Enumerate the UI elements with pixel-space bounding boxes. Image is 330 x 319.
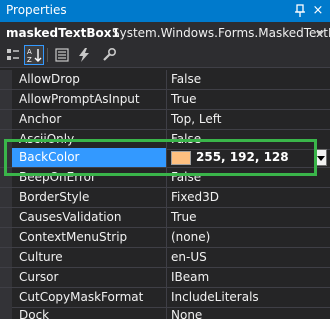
row-gutter <box>0 288 12 307</box>
chevron-down-icon[interactable] <box>316 31 324 36</box>
property-name: CutCopyMaskFormat <box>19 290 144 304</box>
property-value[interactable]: IncludeLiterals <box>171 290 259 304</box>
pin-icon[interactable] <box>292 2 308 20</box>
property-row-backcolor[interactable]: BackColor 255, 192, 128 <box>0 148 330 168</box>
row-gutter <box>0 130 12 149</box>
row-gutter <box>0 110 12 129</box>
property-value[interactable]: 255, 192, 128 <box>196 150 289 164</box>
properties-icon[interactable] <box>53 46 71 64</box>
property-name: BeepOnError <box>19 170 96 184</box>
events-icon[interactable] <box>75 46 93 64</box>
property-row-culture[interactable]: Culture en-US <box>0 248 330 268</box>
property-value[interactable]: Top, Left <box>171 112 221 126</box>
property-value[interactable]: IBeam <box>171 270 209 284</box>
property-name: Dock <box>19 308 50 319</box>
property-value[interactable]: Fixed3D <box>171 190 219 204</box>
column-divider <box>166 168 167 187</box>
property-name: Anchor <box>19 112 62 126</box>
wrench-icon[interactable] <box>100 46 118 64</box>
row-gutter <box>0 90 12 109</box>
property-name: Culture <box>19 250 63 264</box>
property-row-contextmenustrip[interactable]: ContextMenuStrip (none) <box>0 228 330 248</box>
property-row-asciionly[interactable]: AsciiOnly False <box>0 130 330 150</box>
alphabetical-icon[interactable]: A Z <box>24 45 44 65</box>
column-divider <box>166 268 167 287</box>
property-name: AllowDrop <box>19 72 80 86</box>
property-name: CausesValidation <box>19 210 122 224</box>
property-name: AllowPromptAsInput <box>19 92 140 106</box>
properties-titlebar: Properties × <box>0 0 330 22</box>
column-divider <box>166 130 167 149</box>
column-divider <box>166 148 167 167</box>
property-row-causesvalidation[interactable]: CausesValidation True <box>0 208 330 228</box>
property-value[interactable]: True <box>171 210 197 224</box>
color-swatch <box>171 151 191 165</box>
object-name: maskedTextBox1 <box>6 26 120 40</box>
row-gutter <box>0 268 12 287</box>
property-value[interactable]: False <box>171 170 201 184</box>
property-value[interactable]: False <box>171 132 201 146</box>
property-name: Cursor <box>19 270 59 284</box>
toolbar-separator <box>47 48 48 62</box>
property-row-cursor[interactable]: Cursor IBeam <box>0 268 330 288</box>
property-row-borderstyle[interactable]: BorderStyle Fixed3D <box>0 188 330 208</box>
row-gutter <box>0 248 12 267</box>
property-row-allowdrop[interactable]: AllowDrop False <box>0 70 330 90</box>
property-name: ContextMenuStrip <box>19 230 128 244</box>
chevron-down-icon <box>317 156 325 161</box>
column-divider <box>166 288 167 307</box>
column-divider <box>166 306 167 319</box>
property-row-anchor[interactable]: Anchor Top, Left <box>0 110 330 130</box>
property-name: BackColor <box>19 150 80 164</box>
svg-text:A: A <box>27 48 32 56</box>
column-divider <box>166 90 167 109</box>
svg-text:Z: Z <box>27 56 32 64</box>
categorized-icon[interactable] <box>4 46 22 64</box>
row-gutter <box>0 168 12 187</box>
property-row-beeponerror[interactable]: BeepOnError False <box>0 168 330 188</box>
property-name: AsciiOnly <box>19 132 75 146</box>
property-row-cutcopymaskformat[interactable]: CutCopyMaskFormat IncludeLiterals <box>0 288 330 308</box>
row-gutter <box>0 188 12 207</box>
property-row-dock[interactable]: Dock None <box>0 306 330 319</box>
row-gutter <box>0 70 12 89</box>
column-divider <box>166 188 167 207</box>
row-gutter <box>0 306 12 319</box>
row-gutter <box>0 228 12 247</box>
property-value[interactable]: en-US <box>171 250 207 264</box>
window-title: Properties <box>6 3 67 17</box>
property-value[interactable]: True <box>171 92 197 106</box>
column-divider <box>166 208 167 227</box>
column-divider <box>166 228 167 247</box>
close-icon[interactable]: × <box>310 2 326 20</box>
object-type: System.Windows.Forms.MaskedTextBox <box>112 26 330 40</box>
value-dropdown-button[interactable] <box>314 149 327 166</box>
properties-window: Properties × maskedTextBox1 System.Windo… <box>0 0 330 319</box>
row-gutter <box>0 148 12 167</box>
property-value[interactable]: False <box>171 72 201 86</box>
property-grid: AllowDrop False AllowPromptAsInput True … <box>0 68 330 319</box>
row-gutter <box>0 208 12 227</box>
property-value[interactable]: None <box>171 308 202 319</box>
column-divider <box>166 70 167 89</box>
property-name: BorderStyle <box>19 190 90 204</box>
column-divider <box>166 248 167 267</box>
properties-toolbar: A Z <box>0 44 330 68</box>
column-divider <box>166 110 167 129</box>
property-value[interactable]: (none) <box>171 230 210 244</box>
object-selector[interactable]: maskedTextBox1 System.Windows.Forms.Mask… <box>0 22 330 44</box>
property-row-allowpromptasinput[interactable]: AllowPromptAsInput True <box>0 90 330 110</box>
